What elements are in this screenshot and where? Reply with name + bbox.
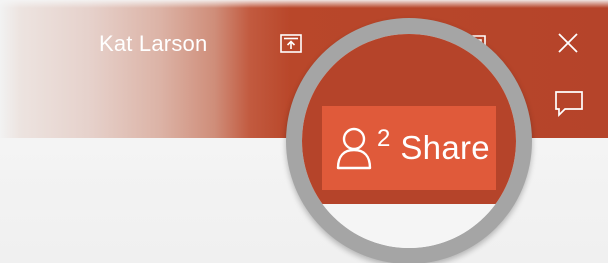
close-button[interactable] (551, 26, 585, 60)
magnified-ribbon-area (302, 204, 516, 248)
title-bar-fade (0, 0, 608, 8)
share-button[interactable]: 2 Share (322, 106, 496, 190)
close-icon (558, 33, 578, 53)
comment-icon (555, 91, 583, 118)
app-window: Kat Larson 2 Share (0, 0, 608, 263)
person-icon (336, 127, 372, 170)
account-name[interactable]: Kat Larson (99, 31, 207, 57)
magnifier-lens: 2 Share (302, 34, 516, 248)
share-label: Share (400, 129, 490, 166)
comments-button[interactable] (550, 86, 588, 122)
share-count: 2 (377, 125, 391, 152)
ribbon-display-icon (280, 34, 302, 53)
